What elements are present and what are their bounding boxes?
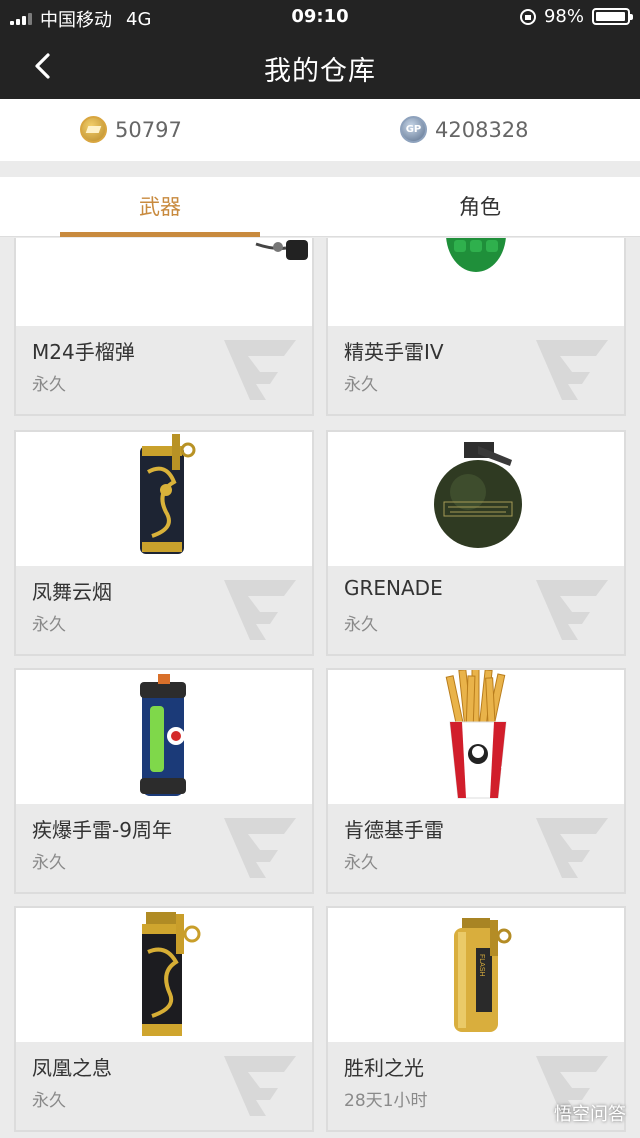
item-info: 凤舞云烟 永久 <box>16 566 312 654</box>
item-card[interactable]: GRENADE 永久 <box>326 430 626 656</box>
gp-coin-icon: GP <box>400 116 427 143</box>
category-tabs: 武器 角色 <box>0 177 640 237</box>
item-duration: 永久 <box>32 375 66 395</box>
item-name: 精英手雷IV <box>344 340 444 364</box>
status-bar: 中国移动 4G 09:10 98% <box>0 0 640 33</box>
cf-logo-watermark-icon <box>220 574 300 646</box>
item-info: 精英手雷IV 永久 <box>328 326 624 414</box>
item-info: 凤凰之息 永久 <box>16 1042 312 1130</box>
tab-weapons[interactable]: 武器 <box>0 177 320 237</box>
svg-text:FLASH: FLASH <box>478 954 485 977</box>
item-info: GRENADE 永久 <box>328 566 624 654</box>
item-name: GRENADE <box>344 576 443 600</box>
item-name: 胜利之光 <box>344 1056 424 1080</box>
rotation-lock-icon <box>519 8 536 25</box>
cf-logo-watermark-icon <box>532 574 612 646</box>
cf-logo-watermark-icon <box>220 812 300 884</box>
battery-percent: 98% <box>543 6 584 27</box>
cf-logo-watermark-icon <box>220 334 300 406</box>
item-name: M24手榴弹 <box>32 340 135 364</box>
round-grenade-icon <box>328 432 624 566</box>
status-right: 98% <box>519 6 633 27</box>
anniversary-grenade-icon <box>16 670 312 804</box>
cf-logo-watermark-icon <box>220 1050 300 1122</box>
battery-icon <box>592 8 633 25</box>
gp-points: GP 4208328 <box>400 116 529 143</box>
item-duration: 永久 <box>32 615 66 635</box>
item-info: M24手榴弹永久 <box>16 326 312 414</box>
page-title: 我的仓库 <box>264 56 376 87</box>
wukong-watermark: 悟空问答 <box>554 1104 626 1125</box>
item-info: 肯德基手雷 永久 <box>328 804 624 892</box>
item-duration: 28天1小时 <box>344 1091 428 1111</box>
item-card[interactable]: M24手榴弹永久 <box>14 238 314 416</box>
active-tab-indicator <box>60 232 260 237</box>
svg-text:KFC: KFC <box>499 766 509 785</box>
item-grid: M24手榴弹 永久 精英手雷IV 永久 凤舞云烟 永久 GRENADE 永久 疾爆手雷-9周年永… <box>0 238 640 1138</box>
item-card[interactable]: 疾爆手雷-9周年永久 <box>14 668 314 894</box>
stick-grenade-icon <box>16 238 312 326</box>
phoenix-grenade-icon <box>16 908 312 1042</box>
item-duration: 永久 <box>32 1091 66 1111</box>
item-card[interactable]: FLASH 胜利之光 28天1小时 <box>326 906 626 1132</box>
item-card[interactable]: KFC 肯德基手雷永久 <box>326 668 626 894</box>
cf-points: 50797 <box>80 116 182 143</box>
item-duration: 永久 <box>32 853 66 873</box>
cf-coin-icon <box>80 116 107 143</box>
currency-bar: 50797 GP 4208328 <box>0 99 640 161</box>
fries-grenade-icon: KFC <box>328 670 624 804</box>
gp-points-value: 4208328 <box>435 117 529 142</box>
item-name: 凤凰之息 <box>32 1056 112 1080</box>
dragon-smoke-grenade-icon <box>16 432 312 566</box>
cf-logo-watermark-icon <box>532 812 612 884</box>
item-duration: 永久 <box>344 615 378 635</box>
cf-points-value: 50797 <box>115 117 182 142</box>
item-name: 肯德基手雷 <box>344 818 444 842</box>
flashbang-icon: FLASH <box>328 908 624 1042</box>
item-duration: 永久 <box>344 375 378 395</box>
nav-bar: 我的仓库 <box>0 33 640 99</box>
item-name: 凤舞云烟 <box>32 580 112 604</box>
green-frag-grenade-icon <box>328 238 624 326</box>
tab-characters[interactable]: 角色 <box>320 177 640 237</box>
item-info: 疾爆手雷-9周年永久 <box>16 804 312 892</box>
item-card[interactable]: 精英手雷IV 永久 <box>326 238 626 416</box>
item-name: 疾爆手雷-9周年 <box>32 818 172 842</box>
item-duration: 永久 <box>344 853 378 873</box>
cf-logo-watermark-icon <box>532 334 612 406</box>
item-card[interactable]: 凤舞云烟 永久 <box>14 430 314 656</box>
item-card[interactable]: 凤凰之息 永久 <box>14 906 314 1132</box>
